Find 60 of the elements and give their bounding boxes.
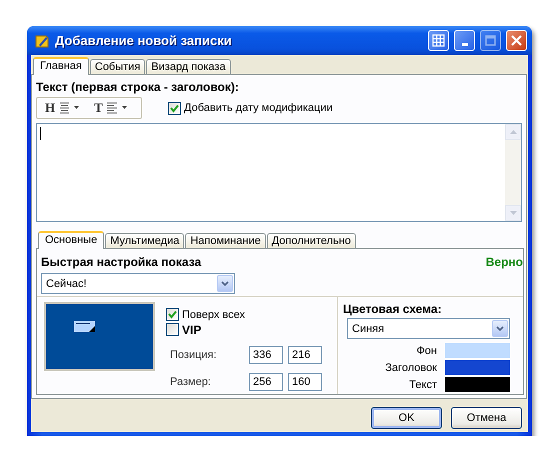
align-icon [58, 102, 70, 114]
format-button[interactable]: H [45, 100, 80, 116]
caret-icon [120, 106, 128, 110]
tab[interactable]: Главная [33, 57, 89, 75]
color-swatch[interactable] [445, 360, 510, 375]
minimize-icon [462, 43, 468, 46]
window-title: Добавление новой записки [55, 33, 233, 48]
color-label: Фон [416, 344, 437, 356]
check-icon [170, 104, 179, 112]
color-label: Текст [409, 378, 437, 390]
tab[interactable]: События [90, 59, 146, 74]
dialog-button[interactable]: Отмена [451, 407, 522, 429]
tab[interactable]: Напоминание [185, 233, 266, 248]
tab[interactable]: Основные [38, 231, 104, 249]
section-label: Текст (первая строка - заголовок): [36, 80, 240, 94]
text-editor[interactable] [36, 123, 522, 222]
section-label: Цветовая схема: [343, 302, 443, 316]
maximize-icon [484, 34, 497, 47]
align-icon [106, 102, 118, 114]
scroll-down-icon [510, 211, 516, 215]
dropdown[interactable]: Сейчас! [41, 273, 235, 294]
note-icon [34, 32, 50, 48]
tab[interactable]: Мультимедиа [105, 233, 184, 248]
dropdown-button[interactable] [217, 275, 233, 292]
color-swatch[interactable] [445, 343, 510, 358]
checkbox-label[interactable]: VIP [182, 322, 202, 336]
field-label: Позиция: [169, 349, 218, 361]
number-field[interactable]: 256 [249, 373, 283, 391]
chevron-down-icon [496, 326, 504, 331]
minimize-button[interactable] [454, 30, 475, 51]
chevron-down-icon [221, 281, 229, 286]
dropdown-value: Синяя [351, 322, 386, 334]
checkbox[interactable] [166, 323, 179, 336]
close-button[interactable] [506, 30, 527, 51]
number-field[interactable]: 216 [288, 346, 322, 364]
grid-button[interactable] [428, 30, 449, 51]
check-icon [168, 310, 177, 319]
color-label: Заголовок [385, 362, 437, 374]
number-field[interactable]: 336 [249, 346, 283, 364]
scrollbar[interactable] [505, 124, 521, 221]
dialog-button[interactable]: OK [371, 407, 442, 429]
tab[interactable]: Визард показа [146, 59, 231, 74]
checkbox-label[interactable]: Добавить дату модификации [184, 102, 333, 114]
color-swatch[interactable] [445, 377, 510, 392]
status-text: Верно [486, 255, 523, 270]
format-button[interactable]: T [94, 100, 128, 116]
grid-icon [432, 34, 445, 47]
dropdown[interactable]: Синяя [347, 318, 510, 339]
checkbox-label[interactable]: Поверх всех [182, 308, 246, 320]
number-field[interactable]: 160 [288, 373, 322, 391]
checkbox[interactable] [168, 102, 181, 114]
caret-icon [73, 106, 80, 110]
close-icon [510, 34, 523, 47]
dropdown-button[interactable] [492, 320, 508, 337]
scroll-up-icon [510, 130, 516, 134]
tab[interactable]: Дополнительно [266, 233, 356, 248]
checkbox[interactable] [166, 308, 179, 321]
field-label: Размер: [169, 376, 212, 388]
dropdown-value: Сейчас! [45, 278, 88, 290]
section-label: Быстрая настройка показа [41, 255, 202, 270]
